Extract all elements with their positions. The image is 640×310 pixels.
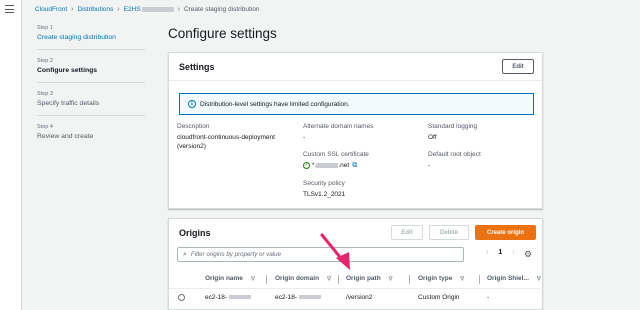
chevron-right-icon: › (117, 6, 120, 13)
sort-icon: ▽ (536, 275, 541, 282)
create-origin-button[interactable]: Create origin (475, 225, 536, 240)
ssl-cert-field: Custom SSL certificate ✓ *. .net ⧉ (303, 151, 369, 170)
current-page[interactable]: 1 (498, 249, 502, 256)
settings-title: Settings (179, 61, 215, 72)
breadcrumb: CloudFront › Distributions › E2HS › Crea… (35, 6, 259, 13)
settings-edit-button[interactable]: Edit (502, 59, 534, 74)
breadcrumb-current: Create staging distribution (183, 6, 260, 13)
logging-value: Off (428, 134, 437, 141)
col-origin-shield[interactable]: Origin Shiel... ▽ (487, 275, 541, 282)
ssl-cert-label: Custom SSL certificate (303, 151, 369, 158)
col-origin-name[interactable]: Origin name ▽ (205, 275, 255, 282)
root-object-field: Default root object - (428, 151, 481, 170)
sort-icon: ▽ (327, 275, 331, 282)
col-origin-type[interactable]: Origin type ▽ (418, 275, 464, 282)
row-origin-shield: - (487, 294, 490, 301)
check-circle-icon: ✓ (303, 162, 310, 169)
sort-icon: ▽ (250, 275, 255, 282)
logging-field: Standard logging Off (428, 123, 477, 142)
menu-icon[interactable] (5, 5, 14, 13)
root-object-label: Default root object (428, 151, 481, 158)
chevron-right-icon: › (71, 6, 74, 13)
wizard-step-3: Step 3 Specify traffic details (37, 91, 145, 116)
step-number: Step 3 (37, 91, 53, 97)
security-policy-label: Security policy (303, 180, 345, 187)
next-page-icon[interactable]: › (512, 249, 514, 256)
step-current-configure: Configure settings (37, 67, 98, 74)
redacted-domain (316, 163, 339, 168)
step-traffic-details: Specify traffic details (37, 100, 100, 107)
row-origin-domain: ec2-18- (275, 294, 322, 301)
ssl-cert-value: ✓ *. .net ⧉ (303, 161, 369, 170)
column-divider (338, 275, 339, 284)
col-origin-domain[interactable]: Origin domain ▽ (275, 275, 331, 282)
breadcrumb-distribution-id[interactable]: E2HS (124, 6, 174, 13)
chevron-right-icon: › (177, 6, 180, 13)
sort-icon: ▽ (388, 275, 393, 282)
filter-placeholder: Filter origins by property or value (190, 251, 282, 258)
column-divider (266, 275, 267, 284)
step-link-create-staging[interactable]: Create staging distribution (37, 34, 145, 41)
column-divider (409, 275, 410, 284)
security-policy-value: TLSv1.2_2021 (303, 191, 346, 198)
step-number: Step 4 (37, 124, 53, 130)
row-origin-name: ec2-18- (205, 294, 252, 301)
search-icon: ⌕ (183, 250, 187, 258)
col-origin-path[interactable]: Origin path ▽ (346, 275, 393, 282)
step-review-create: Review and create (37, 133, 94, 140)
breadcrumb-distributions[interactable]: Distributions (78, 6, 114, 13)
wizard-step-4: Step 4 Review and create (37, 124, 145, 148)
wizard-step-2: Step 2 Configure settings (37, 58, 145, 83)
table-row[interactable]: ec2-18- ec2-18- /version2 Custom Origin … (169, 289, 544, 307)
info-alert: i Distribution-level settings have limit… (179, 93, 534, 115)
root-object-value: - (428, 162, 431, 169)
origin-delete-button[interactable]: Delete (429, 225, 469, 240)
prev-page-icon[interactable]: ‹ (486, 249, 488, 256)
description-field: Description cloudfront-continuous-deploy… (177, 123, 297, 151)
security-policy-field: Security policy TLSv1.2_2021 (303, 180, 345, 199)
wizard-step-1: Step 1 Create staging distribution (37, 25, 145, 50)
column-divider (479, 275, 480, 284)
alt-domain-label: Alternate domain names (303, 123, 374, 130)
external-link-icon[interactable]: ⧉ (352, 161, 357, 170)
alt-domain-field: Alternate domain names - (303, 123, 373, 142)
alt-domain-value: - (303, 134, 306, 141)
settings-panel: Settings Edit i Distribution-level setti… (168, 52, 543, 209)
logging-label: Standard logging (428, 123, 478, 130)
row-origin-path: /version2 (346, 294, 373, 301)
side-nav-rail (0, 0, 22, 310)
info-icon: i (188, 100, 196, 108)
sort-icon: ▽ (460, 275, 465, 282)
pagination: ‹ 1 › (481, 249, 520, 256)
settings-header: Settings (169, 53, 542, 81)
row-select-radio[interactable] (178, 294, 185, 301)
page-title: Configure settings (168, 26, 277, 41)
ssl-cert-suffix: .net (338, 162, 350, 169)
origins-title: Origins (179, 228, 211, 238)
row-origin-type: Custom Origin (418, 294, 460, 301)
step-number: Step 1 (37, 25, 53, 31)
step-number: Step 2 (37, 58, 53, 64)
description-label: Description (177, 123, 210, 130)
description-value: cloudfront-continuous-deployment (versio… (177, 134, 275, 150)
settings-gear-icon[interactable]: ⚙ (524, 249, 532, 260)
annotation-arrow-icon (320, 233, 350, 270)
origin-edit-button[interactable]: Edit (391, 225, 423, 240)
wizard-steps: Step 1 Create staging distribution Step … (37, 25, 145, 156)
breadcrumb-cloudfront[interactable]: CloudFront (35, 6, 67, 13)
info-alert-text: Distribution-level settings have limited… (200, 100, 350, 108)
